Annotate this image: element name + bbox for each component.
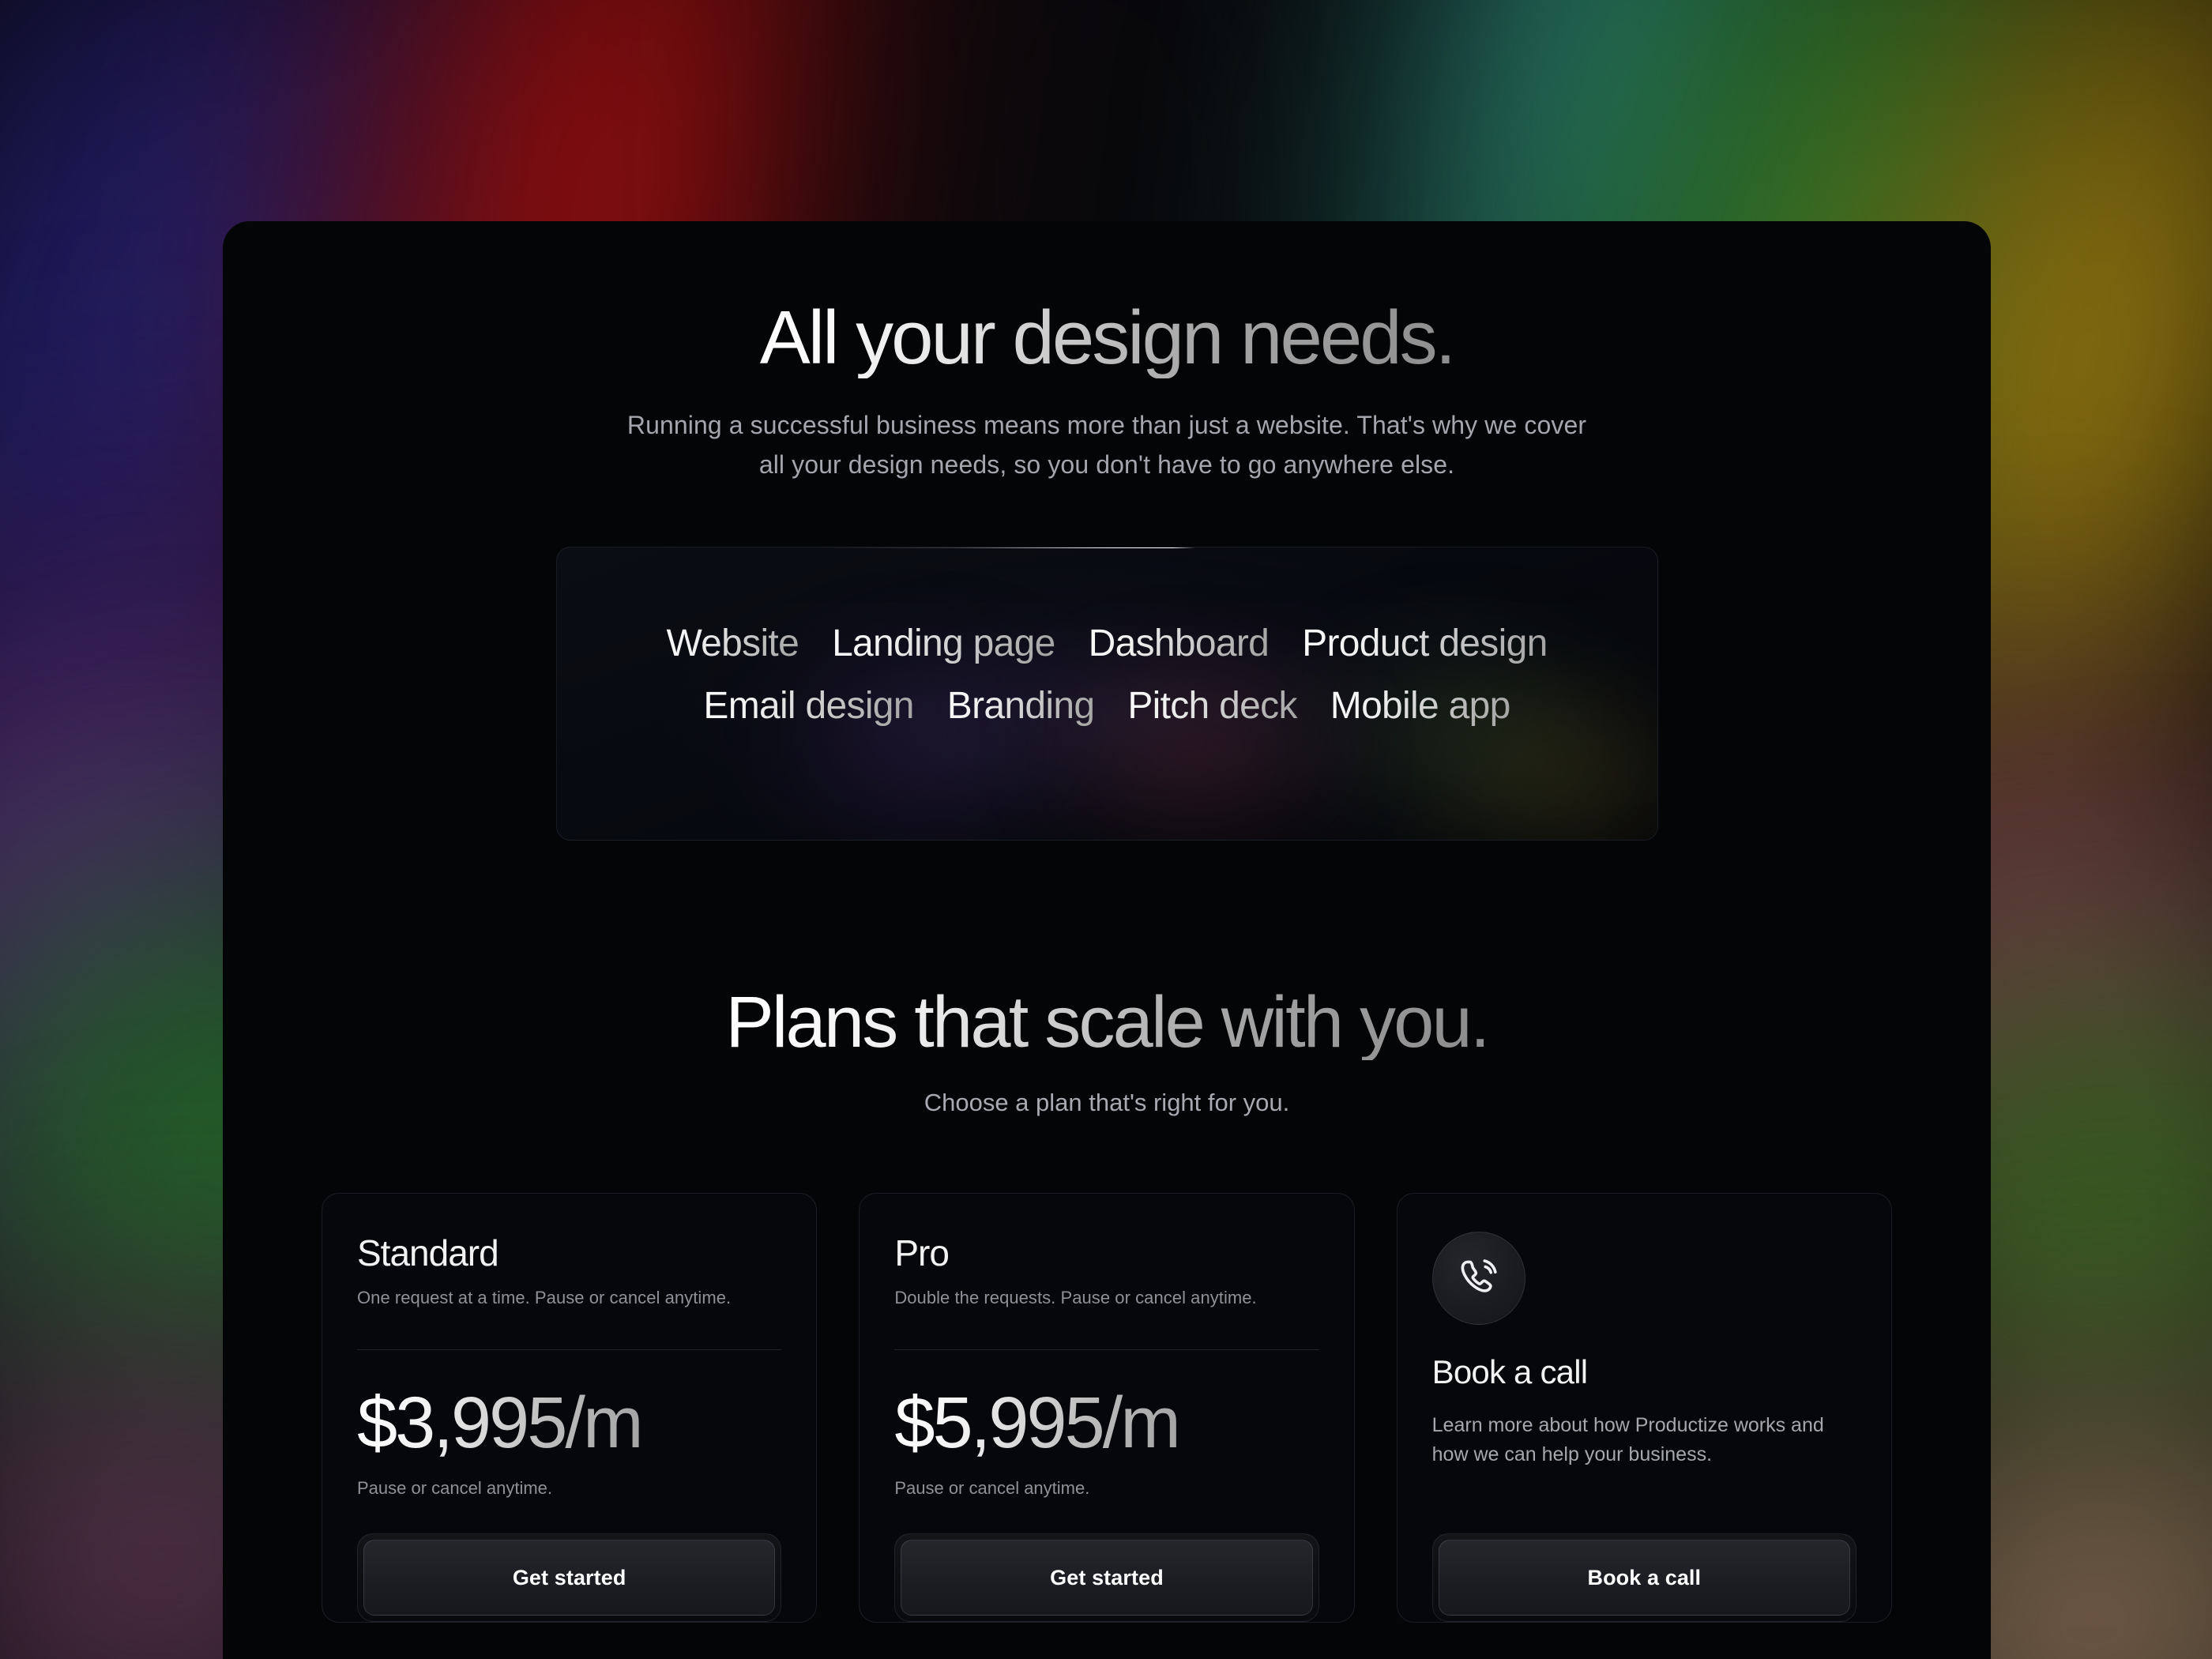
service-tag-branding[interactable]: Branding	[931, 684, 1112, 728]
get-started-button-pro[interactable]: Get started	[901, 1540, 1313, 1616]
services-card-wrapper: Website Landing page Dashboard Product d…	[223, 546, 1991, 841]
book-a-call-button-ring: Book a call	[1431, 1533, 1856, 1623]
pricing-card-standard: Standard One request at a time. Pause or…	[322, 1193, 818, 1623]
book-a-call-button[interactable]: Book a call	[1438, 1540, 1850, 1616]
hero-subtitle: Running a successful business means more…	[558, 405, 1656, 485]
plan-price-standard: $3,995/m	[357, 1382, 644, 1464]
plans-subtitle: Choose a plan that's right for you.	[924, 1089, 1290, 1117]
service-tag-mobile-app[interactable]: Mobile app	[1314, 684, 1527, 728]
services-tag-rows: Website Landing page Dashboard Product d…	[557, 547, 1657, 728]
hero-subtitle-line-2: all your design needs, so you don't have…	[758, 450, 1455, 480]
plan-name-standard: Standard	[357, 1232, 499, 1274]
service-tag-product-design[interactable]: Product design	[1285, 622, 1563, 665]
hero-section: All your design needs. Running a success…	[223, 221, 1991, 485]
hero-subtitle-line-1: Running a successful business means more…	[626, 410, 1587, 439]
plans-header: Plans that scale with you. Choose a plan…	[223, 984, 1991, 1118]
plan-price-note-pro: Pause or cancel anytime.	[894, 1478, 1090, 1499]
get-started-button-ring-standard: Get started	[357, 1533, 782, 1623]
plan-price-pro: $5,995/m	[894, 1382, 1181, 1464]
service-tag-dashboard[interactable]: Dashboard	[1072, 622, 1286, 665]
plan-name-pro: Pro	[894, 1232, 950, 1274]
plans-title: Plans that scale with you.	[725, 981, 1490, 1063]
service-tag-pitch-deck[interactable]: Pitch deck	[1111, 684, 1313, 728]
service-tag-landing-page[interactable]: Landing page	[815, 622, 1072, 665]
service-tag-website[interactable]: Website	[649, 622, 815, 665]
book-a-call-title: Book a call	[1431, 1353, 1588, 1391]
services-tag-row-2: Email design Branding Pitch deck Mobile …	[557, 684, 1657, 728]
services-card: Website Landing page Dashboard Product d…	[555, 546, 1658, 841]
pricing-cards: Standard One request at a time. Pause or…	[223, 1193, 1991, 1623]
get-started-button-ring-pro: Get started	[894, 1533, 1319, 1623]
pricing-card-book-a-call: Book a call Learn more about how Product…	[1396, 1193, 1892, 1623]
plan-description-pro: Double the requests. Pause or cancel any…	[894, 1288, 1257, 1308]
book-a-call-description: Learn more about how Productize works an…	[1431, 1414, 1824, 1465]
pricing-card-pro: Pro Double the requests. Pause or cancel…	[859, 1193, 1355, 1623]
book-a-call-spacer	[1432, 1469, 1856, 1499]
services-tag-row-1: Website Landing page Dashboard Product d…	[557, 622, 1657, 665]
plan-description-standard: One request at a time. Pause or cancel a…	[357, 1288, 732, 1308]
get-started-button-standard[interactable]: Get started	[363, 1540, 776, 1616]
plan-price-note-standard: Pause or cancel anytime.	[357, 1478, 553, 1499]
service-tag-email-design[interactable]: Email design	[687, 684, 930, 728]
phone-call-icon	[1431, 1232, 1525, 1326]
page-title: All your design needs.	[759, 295, 1457, 380]
main-panel: All your design needs. Running a success…	[223, 221, 1991, 1659]
